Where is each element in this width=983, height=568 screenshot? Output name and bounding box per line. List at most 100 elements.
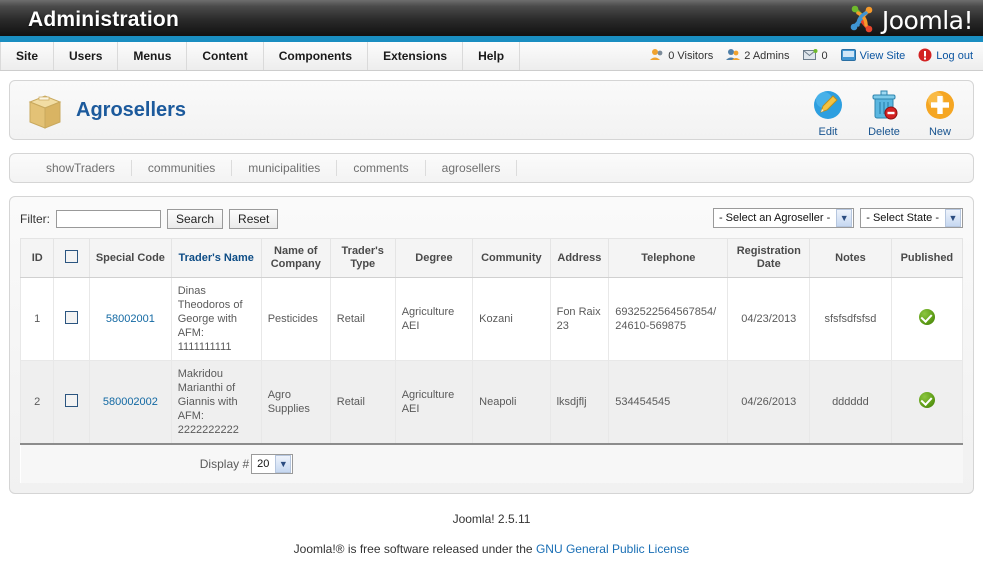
column-header-telephone[interactable]: Telephone bbox=[608, 238, 729, 278]
table-body: 1 58002001 Dinas Theodoros of George with … bbox=[19, 277, 964, 445]
submenu-item-communities[interactable]: communities bbox=[132, 160, 233, 176]
state-select-value: - Select State - bbox=[866, 212, 939, 224]
visitors-icon bbox=[650, 48, 664, 64]
cell-checkbox bbox=[53, 277, 91, 361]
toolbar: Edit Delete New bbox=[803, 85, 965, 138]
submenu-item-municipalities[interactable]: municipalities bbox=[232, 160, 338, 176]
submenu-item-comments[interactable]: comments bbox=[337, 160, 426, 176]
column-header-special-code[interactable]: Special Code bbox=[89, 238, 172, 278]
status-label: 2 Admins bbox=[744, 50, 790, 62]
plus-icon bbox=[926, 91, 954, 119]
logout-icon bbox=[918, 48, 932, 65]
cell-address: lksdjflj bbox=[549, 360, 610, 445]
menu-item-site[interactable]: Site bbox=[0, 42, 55, 70]
status-logout[interactable]: Log out bbox=[918, 48, 973, 65]
status-messages: 0 bbox=[802, 48, 828, 64]
status-view-site[interactable]: View Site bbox=[840, 48, 906, 64]
agroseller-select[interactable]: - Select an Agroseller - ▼ bbox=[712, 208, 855, 228]
edit-pencil-icon bbox=[814, 91, 842, 119]
table-row: 1 58002001 Dinas Theodoros of George with … bbox=[19, 277, 964, 361]
cell-community: Neapoli bbox=[472, 360, 551, 445]
cell-address: Fon Raix 23 bbox=[549, 277, 610, 361]
special-code-link[interactable]: 58002001 bbox=[106, 313, 155, 325]
row-select-checkbox[interactable] bbox=[65, 310, 79, 324]
gnu-license-link[interactable]: GNU General Public License bbox=[536, 542, 689, 556]
published-check-icon[interactable] bbox=[918, 309, 935, 325]
main-menu: Site Users Menus Content Components Extension… bbox=[0, 42, 521, 70]
table-footer: Display # 20 ▼ bbox=[20, 443, 963, 483]
menu-item-components[interactable]: Components bbox=[264, 42, 369, 70]
view-site-icon bbox=[840, 48, 856, 64]
cell-registration-date: 04/26/2013 bbox=[727, 360, 811, 445]
chevron-down-icon: ▼ bbox=[945, 209, 961, 227]
submenu-item-showtraders[interactable]: showTraders bbox=[30, 160, 132, 176]
column-header-published[interactable]: Published bbox=[890, 238, 964, 278]
state-select[interactable]: - Select State - ▼ bbox=[860, 208, 963, 228]
status-label: 0 bbox=[821, 50, 828, 62]
table-row: 2 580002002 Makridou Marianthi of Giannis … bbox=[19, 360, 964, 445]
new-button-label: New bbox=[928, 126, 951, 138]
column-header-name-of-company[interactable]: Name of Company bbox=[260, 238, 331, 278]
status-admins: 2 Admins bbox=[726, 48, 790, 64]
cell-name-of-company: Agro Supplies bbox=[260, 360, 331, 445]
cell-traders-name: Dinas Theodoros of George with AFM: 1111… bbox=[170, 277, 262, 361]
display-count-select[interactable]: 20 ▼ bbox=[251, 454, 294, 474]
column-header-degree[interactable]: Degree bbox=[394, 238, 474, 278]
cell-published[interactable] bbox=[890, 360, 964, 445]
column-header-id[interactable]: ID bbox=[19, 238, 55, 278]
column-header-registration-date[interactable]: Registration Date bbox=[727, 238, 811, 278]
column-header-trader-s-type[interactable]: Trader's Type bbox=[329, 238, 396, 278]
main-menu-bar: Site Users Menus Content Components Extension… bbox=[0, 42, 983, 71]
page-body: Agrosellers Edit Delete New showTraders … bbox=[0, 71, 983, 562]
cell-traders-name: Makridou Marianthi of Giannis with AFM: … bbox=[170, 360, 262, 445]
cell-published[interactable] bbox=[890, 277, 964, 361]
admins-icon bbox=[726, 48, 741, 64]
joomla-wordmark: Joomla! bbox=[881, 6, 974, 35]
agroseller-select-value: - Select an Agroseller - bbox=[718, 212, 831, 224]
joomla-logo-icon bbox=[847, 4, 877, 37]
page-title-administration: Administration bbox=[28, 8, 179, 31]
search-input[interactable] bbox=[56, 210, 161, 228]
table-header: ID Special Code Trader's Name Name of Compa… bbox=[19, 238, 964, 278]
new-button[interactable]: New bbox=[915, 85, 965, 138]
table-header-row: ID Special Code Trader's Name Name of Compa… bbox=[19, 238, 964, 278]
joomla-logo: Joomla! bbox=[847, 4, 974, 37]
cell-community: Kozani bbox=[472, 277, 551, 361]
status-label: Log out bbox=[936, 50, 973, 62]
submenu-bar: showTraders communities municipalities comm… bbox=[9, 153, 974, 183]
published-check-icon[interactable] bbox=[918, 392, 935, 408]
content-panel: Filter: Search Reset - Select an Agrosel… bbox=[9, 196, 974, 494]
chevron-down-icon: ▼ bbox=[275, 455, 292, 473]
submenu-item-agrosellers[interactable]: agrosellers bbox=[426, 160, 518, 176]
column-header-community[interactable]: Community bbox=[472, 238, 551, 278]
display-count-cell: Display # 20 ▼ bbox=[20, 443, 473, 483]
menu-item-menus[interactable]: Menus bbox=[118, 42, 188, 70]
menu-item-help[interactable]: Help bbox=[463, 42, 521, 70]
column-header-notes[interactable]: Notes bbox=[809, 238, 892, 278]
cell-telephone: 534454545 bbox=[608, 360, 729, 445]
page-title: Agrosellers bbox=[76, 98, 187, 121]
cell-name-of-company: Pesticides bbox=[260, 277, 331, 361]
reset-button[interactable]: Reset bbox=[229, 209, 279, 229]
edit-button[interactable]: Edit bbox=[803, 85, 853, 138]
display-count-value: 20 bbox=[257, 458, 270, 470]
cell-degree: Agriculture AEI bbox=[394, 360, 474, 445]
cell-special-code: 58002001 bbox=[89, 277, 172, 361]
menu-item-extensions[interactable]: Extensions bbox=[368, 42, 464, 70]
menu-item-users[interactable]: Users bbox=[54, 42, 119, 70]
special-code-link[interactable]: 580002002 bbox=[103, 396, 158, 408]
cell-registration-date: 04/23/2013 bbox=[727, 277, 811, 361]
row-select-checkbox[interactable] bbox=[65, 393, 79, 407]
column-header-trader-s-name[interactable]: Trader's Name bbox=[170, 238, 262, 278]
license-prefix: Joomla!® is free software released under… bbox=[293, 542, 536, 556]
menu-item-content[interactable]: Content bbox=[187, 42, 264, 70]
select-all-checkbox[interactable] bbox=[65, 249, 79, 263]
column-header-address[interactable]: Address bbox=[549, 238, 610, 278]
cell-degree: Agriculture AEI bbox=[394, 277, 474, 361]
cell-traders-type: Retail bbox=[329, 277, 396, 361]
search-button[interactable]: Search bbox=[167, 209, 224, 229]
status-label: View Site bbox=[859, 50, 906, 62]
edit-button-label: Edit bbox=[818, 126, 838, 138]
delete-button[interactable]: Delete bbox=[859, 85, 909, 138]
select-all-header bbox=[53, 238, 91, 278]
